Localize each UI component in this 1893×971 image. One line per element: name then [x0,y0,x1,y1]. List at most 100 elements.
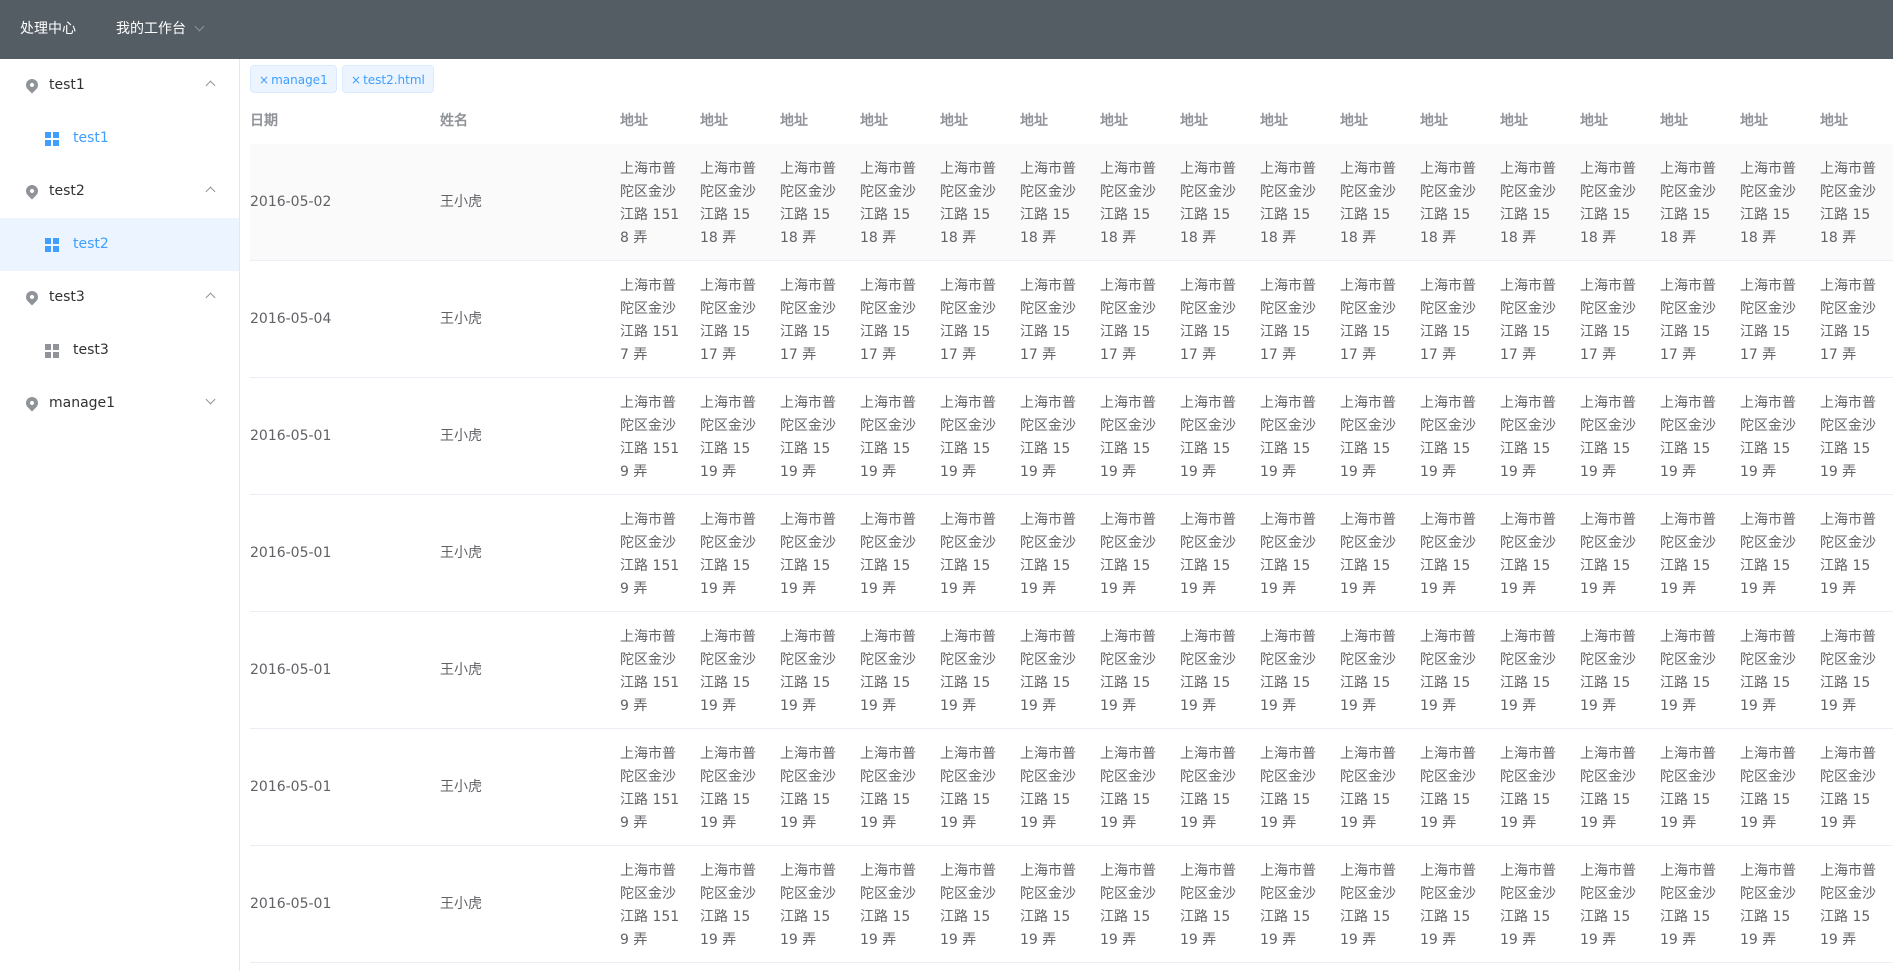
close-icon[interactable]: × [351,73,361,87]
cell-address: 上海市普陀区金沙江路 1519 弄 [860,629,916,714]
grid-icon [45,344,59,358]
cell-address: 上海市普陀区金沙江路 1519 弄 [1420,395,1476,480]
sidebar-group-test1[interactable]: test1 [0,59,239,112]
cell-address: 上海市普陀区金沙江路 1519 弄 [1100,746,1156,831]
sidebar: test1 test1 test2 test2 test3 test3 mana… [0,59,240,971]
location-icon [23,288,41,306]
location-icon [23,182,41,200]
cell-address: 上海市普陀区金沙江路 1519 弄 [1180,629,1236,714]
cell-address: 上海市普陀区金沙江路 1519 弄 [1420,629,1476,714]
cell-address: 上海市普陀区金沙江路 1519 弄 [620,512,680,597]
sidebar-item-test2[interactable]: test2 [0,218,239,271]
sidebar-group-label: manage1 [49,395,116,411]
cell-name: 王小虎 [440,896,482,912]
column-header-address[interactable]: 地址 [1500,98,1528,144]
table-row[interactable]: 2016-05-04 王小虎 上海市普陀区金沙江路 1517 弄上海市普陀区金沙江路… [250,261,1893,378]
cell-address: 上海市普陀区金沙江路 1517 弄 [1820,278,1876,363]
sidebar-item-label: test1 [73,130,109,146]
data-table: 日期 姓名 地址 地址 地址 地址 地址 地址 地址 地址 地址 地址 地址 地址 地址 地址 地址 地址 201… [250,98,1893,971]
table-row[interactable]: 2016-05-01 王小虎 上海市普陀区金沙江路 1519 弄上海市普陀区金沙江路… [250,846,1893,963]
tab-label: test2.html [363,73,425,87]
tab-manage1[interactable]: × manage1 [250,65,337,93]
column-header-name[interactable]: 姓名 [440,98,468,144]
table-row[interactable]: 2016-05-01 王小虎 上海市普陀区金沙江路 1519 弄上海市普陀区金沙江路… [250,495,1893,612]
sidebar-group-label: test1 [49,77,85,93]
cell-address: 上海市普陀区金沙江路 1519 弄 [1500,512,1556,597]
chevron-down-icon [194,21,205,32]
nav-workbench-label: 我的工作台 [116,21,186,37]
sidebar-item-test1[interactable]: test1 [0,112,239,165]
cell-address: 上海市普陀区金沙江路 1519 弄 [1660,395,1716,480]
column-header-address[interactable]: 地址 [1580,98,1608,144]
column-header-address[interactable]: 地址 [940,98,968,144]
cell-address: 上海市普陀区金沙江路 1518 弄 [1420,161,1476,246]
sidebar-group-test3[interactable]: test3 [0,271,239,324]
column-header-address[interactable]: 地址 [860,98,888,144]
sidebar-item-test3[interactable]: test3 [0,324,239,377]
table-row[interactable]: 2016-05-01 王小虎 上海市普陀区金沙江路 1519 弄上海市普陀区金沙江路… [250,378,1893,495]
cell-address: 上海市普陀区金沙江路 1519 弄 [1340,395,1396,480]
column-header-address[interactable]: 地址 [1260,98,1288,144]
cell-address: 上海市普陀区金沙江路 1519 弄 [940,629,996,714]
cell-address: 上海市普陀区金沙江路 1517 弄 [1740,278,1796,363]
cell-address: 上海市普陀区金沙江路 1519 弄 [1820,746,1876,831]
sidebar-group-test2[interactable]: test2 [0,165,239,218]
cell-address: 上海市普陀区金沙江路 1519 弄 [1740,629,1796,714]
cell-address: 上海市普陀区金沙江路 1518 弄 [1580,161,1636,246]
cell-address: 上海市普陀区金沙江路 1519 弄 [1100,863,1156,948]
column-header-date[interactable]: 日期 [250,98,278,144]
cell-address: 上海市普陀区金沙江路 1519 弄 [1260,395,1316,480]
cell-address: 上海市普陀区金沙江路 1519 弄 [1820,395,1876,480]
column-header-address[interactable]: 地址 [1340,98,1368,144]
cell-address: 上海市普陀区金沙江路 1519 弄 [1740,863,1796,948]
cell-address: 上海市普陀区金沙江路 1519 弄 [620,395,680,480]
cell-address: 上海市普陀区金沙江路 1519 弄 [1180,395,1236,480]
cell-name: 王小虎 [440,311,482,327]
cell-name: 王小虎 [440,428,482,444]
sidebar-group-label: test2 [49,183,85,199]
cell-address: 上海市普陀区金沙江路 1519 弄 [860,746,916,831]
cell-address: 上海市普陀区金沙江路 1519 弄 [940,395,996,480]
cell-address: 上海市普陀区金沙江路 1519 弄 [780,395,836,480]
table-row[interactable]: 2016-05-01 王小虎 上海市普陀区金沙江路 1519 弄上海市普陀区金沙江路… [250,729,1893,846]
cell-address: 上海市普陀区金沙江路 1519 弄 [1020,863,1076,948]
nav-processing-center[interactable]: 处理中心 [20,0,76,59]
cell-address: 上海市普陀区金沙江路 1519 弄 [1740,512,1796,597]
cell-address: 上海市普陀区金沙江路 1519 弄 [1500,395,1556,480]
cell-address: 上海市普陀区金沙江路 1519 弄 [940,863,996,948]
column-header-address[interactable]: 地址 [1180,98,1208,144]
column-header-address[interactable]: 地址 [1020,98,1048,144]
cell-address: 上海市普陀区金沙江路 1519 弄 [700,863,756,948]
column-header-address[interactable]: 地址 [1420,98,1448,144]
tab-test2-html[interactable]: × test2.html [342,65,434,93]
cell-address: 上海市普陀区金沙江路 1519 弄 [940,746,996,831]
cell-address: 上海市普陀区金沙江路 1519 弄 [1020,629,1076,714]
column-header-address[interactable]: 地址 [700,98,728,144]
cell-name: 王小虎 [440,662,482,678]
location-icon [23,394,41,412]
column-header-address[interactable]: 地址 [1100,98,1128,144]
nav-workbench[interactable]: 我的工作台 [116,0,205,59]
cell-address: 上海市普陀区金沙江路 1519 弄 [700,512,756,597]
table-row[interactable]: 2016-05-02 王小虎 上海市普陀区金沙江路 1518 弄上海市普陀区金沙江路… [250,144,1893,261]
cell-address: 上海市普陀区金沙江路 1517 弄 [620,278,680,363]
cell-address: 上海市普陀区金沙江路 1519 弄 [1420,746,1476,831]
column-header-address[interactable]: 地址 [1820,98,1848,144]
cell-date: 2016-05-01 [250,428,332,444]
column-header-address[interactable]: 地址 [1660,98,1688,144]
grid-icon [45,132,59,146]
chevron-up-icon [205,186,216,197]
table-row[interactable]: 2016-05-01 王小虎 上海市普陀区金沙江路 1519 弄上海市普陀区金沙江路… [250,612,1893,729]
cell-address: 上海市普陀区金沙江路 1519 弄 [700,746,756,831]
column-header-address[interactable]: 地址 [620,98,648,144]
sidebar-group-manage1[interactable]: manage1 [0,377,239,430]
close-icon[interactable]: × [259,73,269,87]
column-header-address[interactable]: 地址 [1740,98,1768,144]
column-header-address[interactable]: 地址 [780,98,808,144]
cell-address: 上海市普陀区金沙江路 1519 弄 [620,863,680,948]
cell-address: 上海市普陀区金沙江路 1519 弄 [1340,512,1396,597]
cell-address: 上海市普陀区金沙江路 1519 弄 [1340,863,1396,948]
cell-address: 上海市普陀区金沙江路 1518 弄 [620,161,680,246]
cell-address: 上海市普陀区金沙江路 1518 弄 [700,161,756,246]
cell-address: 上海市普陀区金沙江路 1519 弄 [780,629,836,714]
